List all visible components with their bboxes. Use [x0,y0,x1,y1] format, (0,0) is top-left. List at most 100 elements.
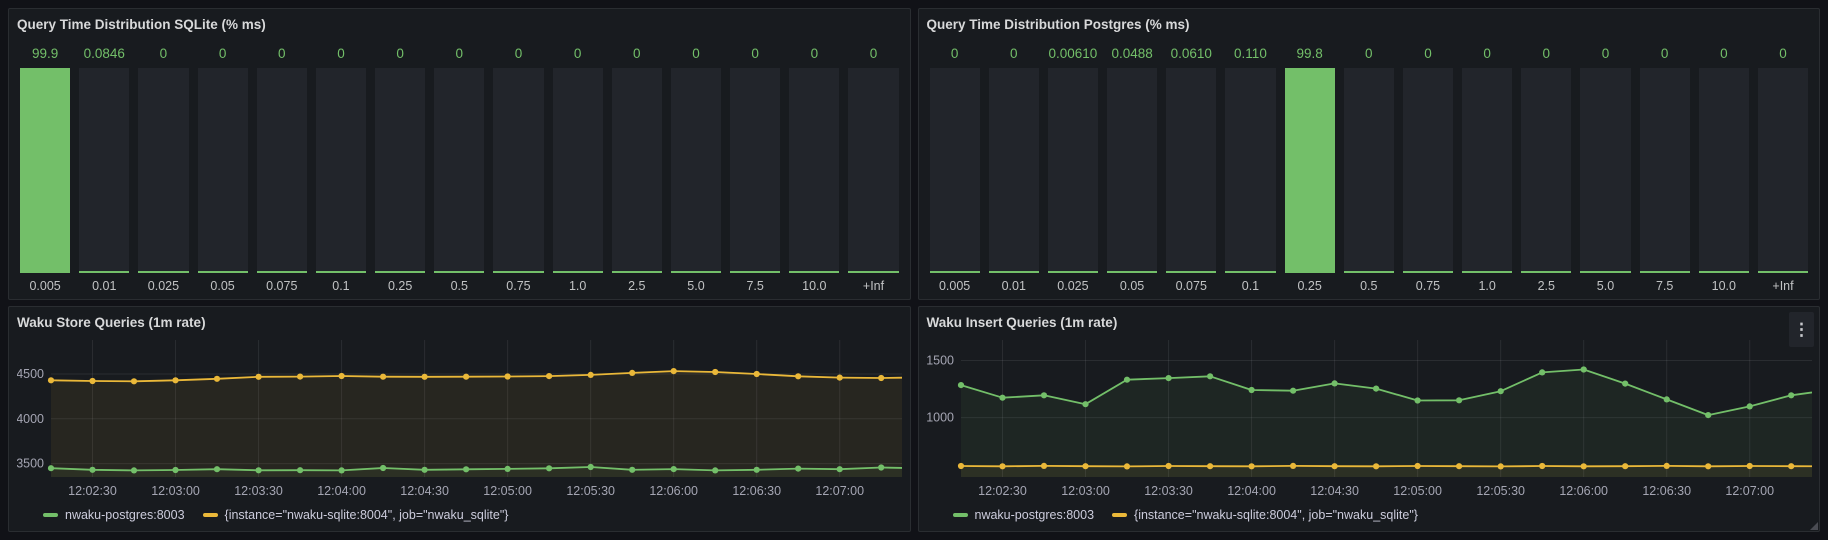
histogram-column[interactable]: 0.06100.075 [1166,34,1216,295]
histogram-bar[interactable] [257,68,307,273]
histogram-column[interactable]: 0.04880.05 [1107,34,1157,295]
data-point [878,464,884,470]
bar-value-label: 0 [789,34,839,68]
histogram-bar[interactable] [1640,68,1690,273]
histogram-column[interactable]: 07.5 [1640,34,1690,295]
panel-header[interactable]: Waku Insert Queries (1m rate) [927,313,1812,332]
legend-item[interactable]: {instance="nwaku-sqlite:8004", job="nwak… [1112,508,1418,522]
histogram-column[interactable]: 00.075 [257,34,307,295]
histogram-bar[interactable] [79,68,129,273]
histogram-column[interactable]: 02.5 [1521,34,1571,295]
histogram-bar[interactable] [1285,68,1335,273]
x-tick-label: 12:07:00 [1725,484,1774,498]
data-point [671,368,677,374]
histogram-bar[interactable] [1107,68,1157,273]
bar-category-label: 0.01 [989,273,1039,295]
histogram-column[interactable]: 99.90.005 [20,34,70,295]
histogram-column[interactable]: 00.5 [434,34,484,295]
histogram-bar[interactable] [316,68,366,273]
data-point [795,373,801,379]
histogram-bar[interactable] [1699,68,1749,273]
histogram-bar[interactable] [20,68,70,273]
data-point [256,374,262,380]
panel-header[interactable]: Query Time Distribution Postgres (% ms) [927,15,1812,34]
panel-header[interactable]: Waku Store Queries (1m rate) [17,313,902,332]
histogram-bar[interactable] [989,68,1039,273]
histogram-column[interactable]: 00.005 [930,34,980,295]
histogram-bar[interactable] [1580,68,1630,273]
legend-item[interactable]: {instance="nwaku-sqlite:8004", job="nwak… [203,508,509,522]
data-point [339,373,345,379]
panel-menu-button[interactable]: ⋮ [1789,312,1814,347]
data-point [1373,463,1379,469]
histogram-column[interactable]: 00.01 [989,34,1039,295]
histogram-bar[interactable] [1521,68,1571,273]
histogram-bar[interactable] [789,68,839,273]
store-queries-timeseries[interactable]: 35004000450012:02:3012:03:0012:03:3012:0… [17,332,902,503]
histogram-column[interactable]: 05.0 [671,34,721,295]
panel-title[interactable]: Waku Insert Queries (1m rate) [927,314,1118,332]
data-point [712,369,718,375]
histogram-column[interactable]: 00.75 [493,34,543,295]
histogram-bar[interactable] [138,68,188,273]
histogram-bar[interactable] [493,68,543,273]
histogram-column[interactable]: 0.08460.01 [79,34,129,295]
histogram-bar[interactable] [671,68,721,273]
histogram-bar[interactable] [1166,68,1216,273]
histogram-column[interactable]: 01.0 [1462,34,1512,295]
histogram-bar[interactable] [1758,68,1808,273]
panel-title[interactable]: Query Time Distribution SQLite (% ms) [17,16,266,34]
bar-category-label: 0.5 [1344,273,1394,295]
legend-item[interactable]: nwaku-postgres:8003 [43,508,185,522]
histogram-column[interactable]: 010.0 [1699,34,1749,295]
histogram-column[interactable]: 05.0 [1580,34,1630,295]
timeseries-plot[interactable]: 1000150012:02:3012:03:0012:03:3012:04:00… [927,332,1812,503]
histogram-column[interactable]: 0+Inf [848,34,898,295]
data-point [1207,463,1213,469]
sqlite-histogram-chart[interactable]: 99.90.0050.08460.0100.02500.0500.07500.1… [17,34,902,295]
histogram-bar[interactable] [612,68,662,273]
histogram-bar[interactable] [553,68,603,273]
bar-category-label: 1.0 [1462,273,1512,295]
panel-resize-handle[interactable] [1810,522,1818,530]
histogram-column[interactable]: 00.5 [1344,34,1394,295]
histogram-column[interactable]: 99.80.25 [1285,34,1335,295]
panel-title[interactable]: Waku Store Queries (1m rate) [17,314,206,332]
histogram-bar[interactable] [1403,68,1453,273]
panel-title[interactable]: Query Time Distribution Postgres (% ms) [927,16,1190,34]
legend-item[interactable]: nwaku-postgres:8003 [953,508,1095,522]
histogram-column[interactable]: 0.1100.1 [1225,34,1275,295]
bar-category-label: 0.075 [1166,273,1216,295]
histogram-bar-fill [1107,271,1157,273]
data-point [1414,397,1420,403]
histogram-bar[interactable] [1462,68,1512,273]
histogram-column[interactable]: 00.75 [1403,34,1453,295]
histogram-bar[interactable] [930,68,980,273]
panel-header[interactable]: Query Time Distribution SQLite (% ms) [17,15,902,34]
legend-swatch [1112,513,1127,517]
histogram-bar[interactable] [198,68,248,273]
insert-queries-timeseries[interactable]: 1000150012:02:3012:03:0012:03:3012:04:00… [927,332,1812,503]
histogram-bar[interactable] [1048,68,1098,273]
histogram-bar[interactable] [848,68,898,273]
histogram-column[interactable]: 010.0 [789,34,839,295]
histogram-column[interactable]: 00.25 [375,34,425,295]
timeseries-plot[interactable]: 35004000450012:02:3012:03:0012:03:3012:0… [17,332,902,503]
histogram-bar[interactable] [1344,68,1394,273]
histogram-bar[interactable] [434,68,484,273]
histogram-bar-fill [1699,271,1749,273]
data-point [380,465,386,471]
histogram-bar[interactable] [375,68,425,273]
histogram-column[interactable]: 00.025 [138,34,188,295]
histogram-column[interactable]: 02.5 [612,34,662,295]
histogram-column[interactable]: 01.0 [553,34,603,295]
bar-category-label: 0.1 [1225,273,1275,295]
histogram-column[interactable]: 0.006100.025 [1048,34,1098,295]
postgres-histogram-chart[interactable]: 00.00500.010.006100.0250.04880.050.06100… [927,34,1812,295]
histogram-column[interactable]: 07.5 [730,34,780,295]
histogram-bar[interactable] [1225,68,1275,273]
histogram-bar[interactable] [730,68,780,273]
histogram-column[interactable]: 00.1 [316,34,366,295]
histogram-column[interactable]: 0+Inf [1758,34,1808,295]
histogram-column[interactable]: 00.05 [198,34,248,295]
